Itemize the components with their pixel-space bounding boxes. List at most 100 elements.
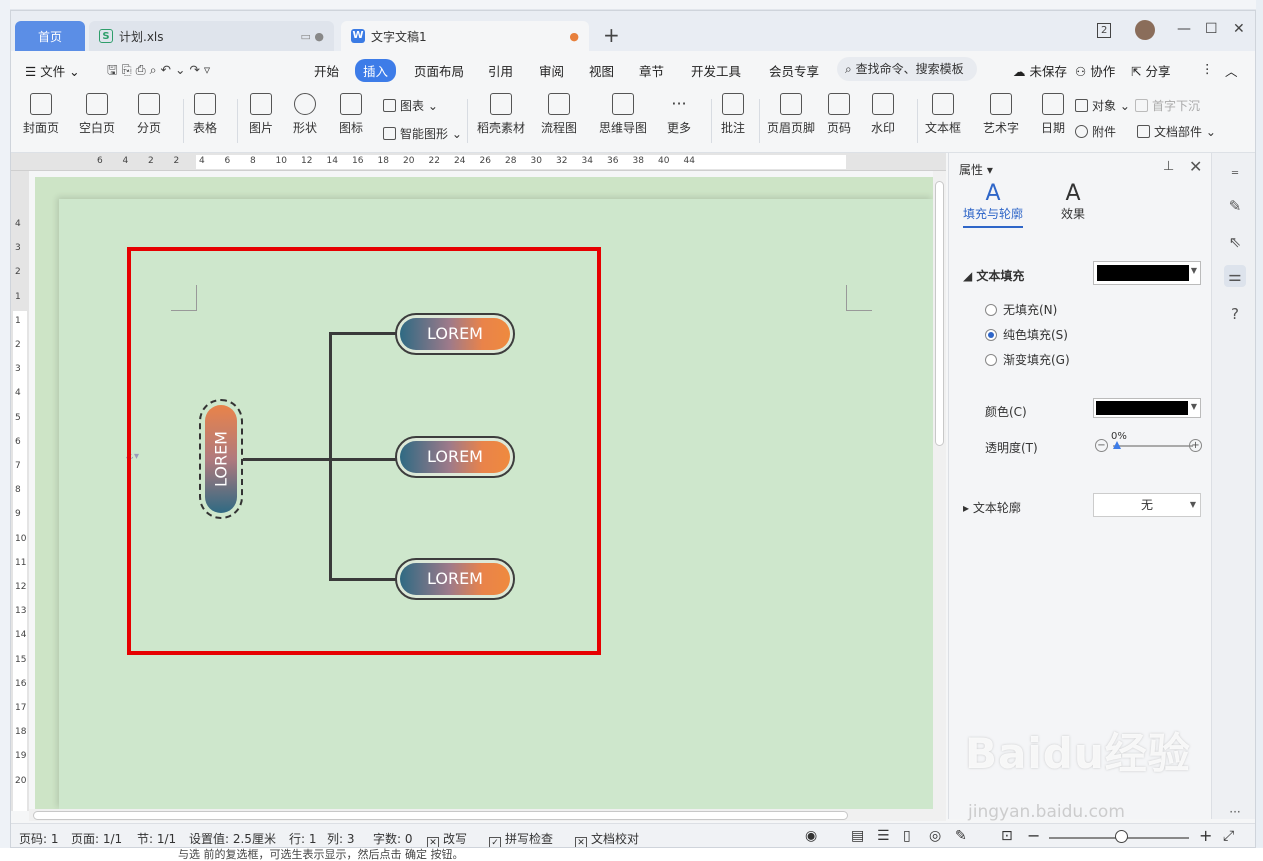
status-col[interactable]: 列: 3: [327, 830, 355, 847]
horizontal-scrollbar[interactable]: [29, 809, 946, 821]
pin-icon[interactable]: ⊥: [1163, 159, 1174, 174]
help-icon[interactable]: ?: [1224, 303, 1246, 325]
cursor-icon[interactable]: ⇖: [1224, 231, 1246, 253]
text-fill-section[interactable]: ◢ 文本填充: [963, 267, 1024, 284]
transparency-slider[interactable]: [1113, 441, 1193, 449]
shape-button[interactable]: 形状: [293, 93, 317, 136]
revise-toggle[interactable]: ✕ 改写: [427, 830, 467, 847]
close-button[interactable]: ✕: [1233, 21, 1245, 37]
attachment-button[interactable]: 附件: [1075, 123, 1116, 140]
comment-button[interactable]: 批注: [721, 93, 745, 136]
command-search[interactable]: ⌕ 查找命令、搜索模板: [837, 57, 977, 81]
page-number-button[interactable]: 页码: [827, 93, 851, 136]
icon-button[interactable]: 图标: [339, 93, 363, 136]
more-button[interactable]: ··· 更多: [667, 93, 691, 136]
status-page-number[interactable]: 页码: 1: [19, 830, 59, 847]
color-picker[interactable]: ▼: [1093, 398, 1201, 418]
fit-page-icon[interactable]: ⊡: [1001, 828, 1013, 844]
menu-view[interactable]: 视图: [589, 61, 614, 80]
more-menu-icon[interactable]: ⋮: [1201, 61, 1214, 76]
adjust-settings-icon[interactable]: ⚌: [1224, 265, 1246, 287]
mindmap-child-node[interactable]: LOREM: [395, 436, 515, 478]
transparency-decrease-button[interactable]: −: [1095, 439, 1108, 452]
status-pages[interactable]: 页面: 1/1: [71, 830, 122, 847]
header-footer-button[interactable]: 页眉页脚: [767, 93, 815, 136]
chart-button[interactable]: 图表 ⌄: [383, 97, 438, 114]
mindmap-root-node[interactable]: LOREM: [199, 399, 243, 519]
more-options-icon[interactable]: ···: [1224, 801, 1246, 823]
window-count-badge[interactable]: 2: [1097, 23, 1112, 38]
zoom-slider-knob[interactable]: [1115, 830, 1128, 843]
panel-close-button[interactable]: ✕: [1189, 157, 1202, 176]
status-section[interactable]: 节: 1/1: [137, 830, 176, 847]
horizontal-ruler[interactable]: 6 4 2 2 4 6 8 10 12 14 16 18 20 22 24 26 28 30 32 34 36 38 40 4…: [11, 153, 946, 171]
textbox-button[interactable]: 文本框: [925, 93, 961, 136]
blank-page-button[interactable]: 空白页: [79, 93, 115, 136]
solid-fill-option[interactable]: 纯色填充(S): [985, 326, 1068, 343]
outline-view-icon[interactable]: ☰: [877, 828, 890, 844]
text-fill-color-picker[interactable]: ▼: [1093, 261, 1201, 285]
menu-chapter[interactable]: 章节: [639, 61, 664, 80]
cover-page-button[interactable]: 封面页: [23, 93, 59, 136]
status-row[interactable]: 行: 1: [289, 830, 317, 847]
material-button[interactable]: 稻壳素材: [477, 93, 525, 136]
quick-access-toolbar[interactable]: 🖫 ⎘ ⎙ ⌕ ↶ ⌄ ↷ ▿: [107, 61, 210, 82]
tab-doc[interactable]: W 文字文稿1 ●: [341, 21, 589, 51]
document-page[interactable]: ⚓▾ LOREM LOREM LOREM LOREM: [59, 199, 933, 809]
tab-home[interactable]: 首页: [15, 21, 85, 51]
slider-thumb[interactable]: [1113, 441, 1121, 449]
unsaved-dot-icon[interactable]: ●: [569, 30, 579, 43]
picture-button[interactable]: 图片: [249, 93, 273, 136]
radio-solid-fill[interactable]: [985, 329, 997, 341]
menu-review[interactable]: 审阅: [539, 61, 564, 80]
tab-effect[interactable]: A 效果: [1061, 183, 1085, 222]
docparts-button[interactable]: 文档部件 ⌄: [1137, 123, 1216, 140]
mindmap-button[interactable]: 思维导图: [599, 93, 647, 136]
zoom-in-button[interactable]: +: [1199, 826, 1212, 845]
minimize-button[interactable]: —: [1177, 21, 1191, 37]
tab-monitor-icon[interactable]: ▭ ●: [301, 30, 325, 43]
reading-view-icon[interactable]: ▯: [903, 828, 911, 844]
spellcheck-toggle[interactable]: ✓ 拼写检查: [489, 830, 553, 847]
watermark-button[interactable]: 水印: [871, 93, 895, 136]
drag-handle-icon[interactable]: ═: [1224, 163, 1246, 185]
wordart-button[interactable]: 艺术字: [983, 93, 1019, 136]
maximize-button[interactable]: ☐: [1205, 21, 1218, 37]
proofread-toggle[interactable]: ✕ 文档校对: [575, 830, 639, 847]
table-button[interactable]: 表格: [193, 93, 217, 136]
smartart-button[interactable]: 智能图形 ⌄: [383, 125, 462, 142]
zoom-out-button[interactable]: −: [1027, 826, 1040, 845]
horizontal-scroll-thumb[interactable]: [33, 811, 848, 820]
gradient-fill-option[interactable]: 渐变填充(G): [985, 351, 1070, 368]
menu-page-layout[interactable]: 页面布局: [414, 61, 464, 80]
menu-references[interactable]: 引用: [488, 61, 513, 80]
mindmap-child-node[interactable]: LOREM: [395, 313, 515, 355]
share-button[interactable]: ⇱ 分享: [1131, 61, 1170, 80]
status-setting[interactable]: 设置值: 2.5厘米: [189, 830, 276, 847]
vertical-ruler[interactable]: 4 3 2 1 1 2 3 4 5 6 7 8 9 10 11 12 13 14 15 16 17 18 19 20: [11, 171, 29, 811]
menu-developer[interactable]: 开发工具: [691, 61, 741, 80]
collapse-ribbon-icon[interactable]: ︿: [1225, 61, 1238, 80]
radio-no-fill[interactable]: [985, 304, 997, 316]
object-button[interactable]: 对象 ⌄: [1075, 97, 1130, 114]
menu-member[interactable]: 会员专享: [769, 61, 819, 80]
add-tab-button[interactable]: +: [603, 23, 620, 47]
collab-button[interactable]: ⚇ 协作: [1075, 61, 1115, 80]
mindmap-child-node[interactable]: LOREM: [395, 558, 515, 600]
avatar[interactable]: [1135, 20, 1155, 40]
pencil-icon[interactable]: ✎: [1224, 195, 1246, 217]
document-canvas[interactable]: ⚓▾ LOREM LOREM LOREM LOREM: [35, 177, 933, 809]
vertical-scrollbar[interactable]: [933, 171, 946, 811]
transparency-increase-button[interactable]: +: [1189, 439, 1202, 452]
tab-fill-outline[interactable]: A 填充与轮廓: [963, 183, 1024, 228]
page-break-button[interactable]: 分页: [137, 93, 161, 136]
menu-insert[interactable]: 插入: [355, 59, 397, 82]
status-words[interactable]: 字数: 0: [373, 830, 413, 847]
text-outline-dropdown[interactable]: 无 ▼: [1093, 493, 1201, 517]
radio-gradient-fill[interactable]: [985, 354, 997, 366]
file-menu[interactable]: ☰ 文件 ⌄: [25, 61, 80, 80]
write-view-icon[interactable]: ✎: [955, 828, 967, 844]
flowchart-button[interactable]: 流程图: [541, 93, 577, 136]
page-view-icon[interactable]: ▤: [851, 828, 864, 844]
dropcap-button[interactable]: 首字下沉: [1135, 97, 1200, 114]
